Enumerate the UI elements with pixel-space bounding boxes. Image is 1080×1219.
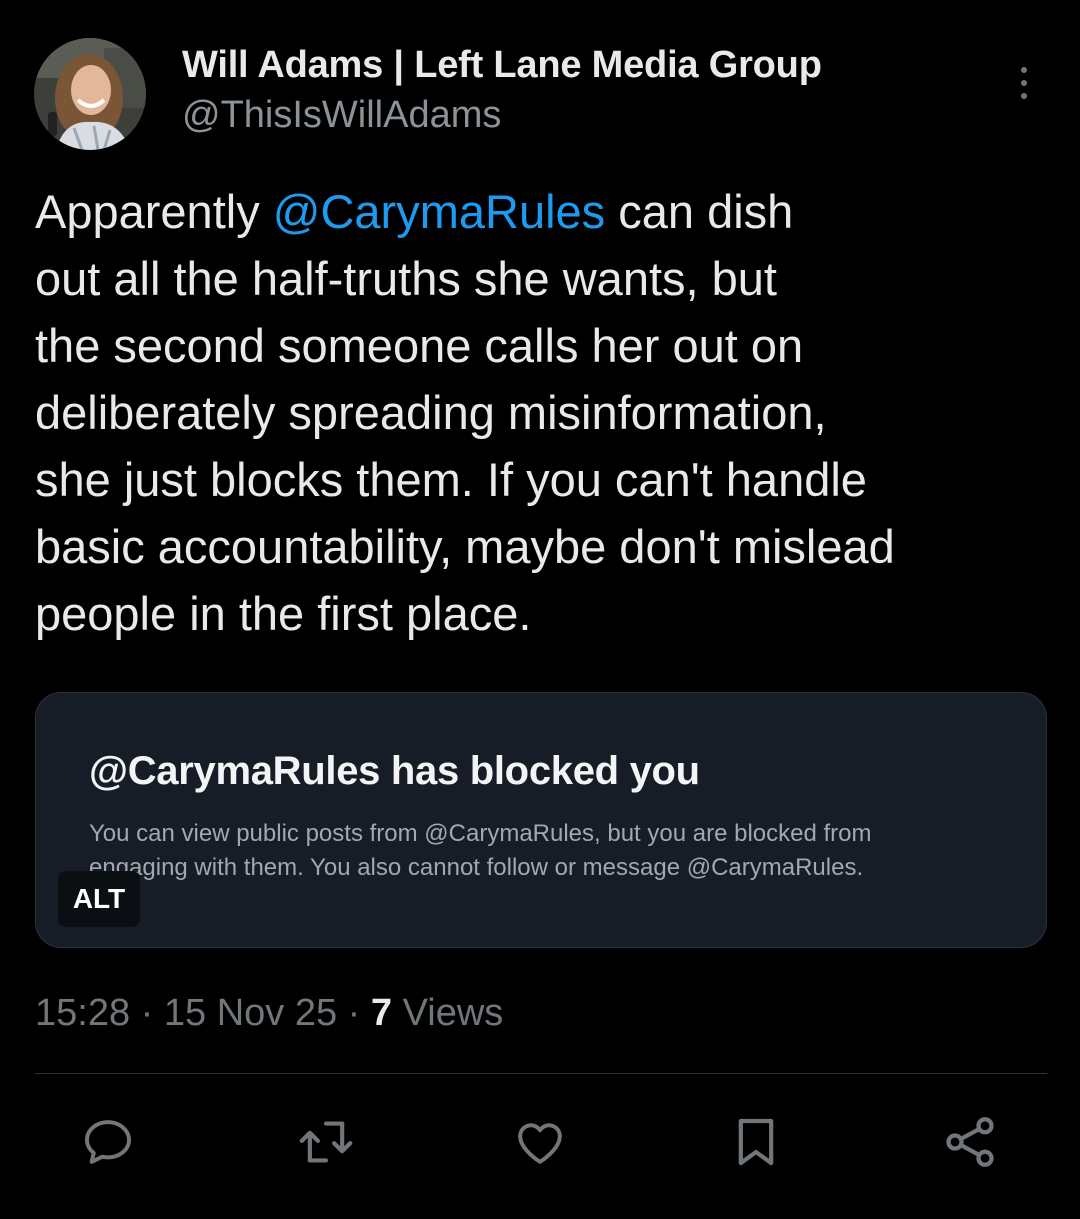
reply-button[interactable]	[78, 1112, 138, 1172]
bookmark-button[interactable]	[726, 1112, 786, 1172]
mention-link[interactable]: @CarymaRules	[273, 185, 605, 238]
share-icon	[946, 1117, 994, 1167]
tweet-line: deliberately spreading misinformation,	[35, 386, 827, 439]
author-display-name[interactable]: Will Adams | Left Lane Media Group	[182, 44, 822, 87]
tweet-text: Apparently @CarymaRules can dish out all…	[35, 178, 1045, 647]
more-icon	[1021, 67, 1027, 73]
more-options-button[interactable]	[1002, 58, 1046, 108]
media-title: @CarymaRules has blocked you	[89, 749, 700, 793]
tweet-time[interactable]: 15:28	[35, 992, 130, 1034]
divider	[35, 1073, 1047, 1074]
media-body-line: engaging with them. You also cannot foll…	[89, 854, 864, 881]
media-attachment[interactable]: @CarymaRules has blocked you You can vie…	[35, 692, 1047, 948]
tweet-line: Apparently @CarymaRules can dish	[35, 185, 794, 238]
views-label: Views	[402, 992, 504, 1034]
tweet-line: basic accountability, maybe don't mislea…	[35, 520, 895, 573]
author-handle[interactable]: @ThisIsWillAdams	[182, 94, 501, 137]
repost-button[interactable]	[296, 1112, 356, 1172]
tweet-line: the second someone calls her out on	[35, 319, 804, 372]
tweet-line: out all the half-truths she wants, but	[35, 252, 777, 305]
share-button[interactable]	[940, 1112, 1000, 1172]
media-body: You can view public posts from @CarymaRu…	[89, 817, 872, 885]
tweet-line: she just blocks them. If you can't handl…	[35, 453, 867, 506]
tweet-date[interactable]: 15 Nov 25	[164, 992, 337, 1034]
avatar-image	[34, 38, 146, 150]
avatar[interactable]	[34, 38, 146, 150]
like-button[interactable]	[510, 1112, 570, 1172]
tweet-meta: 15:28 · 15 Nov 25 · 7 Views	[35, 992, 504, 1034]
views-count: 7	[370, 992, 393, 1034]
alt-text-badge[interactable]: ALT	[58, 871, 140, 927]
heart-icon	[518, 1123, 562, 1164]
media-body-line: You can view public posts from @CarymaRu…	[89, 820, 872, 847]
reply-icon	[85, 1120, 131, 1164]
bookmark-icon	[738, 1118, 774, 1166]
tweet-line: people in the first place.	[35, 587, 532, 640]
repost-icon	[299, 1121, 353, 1163]
